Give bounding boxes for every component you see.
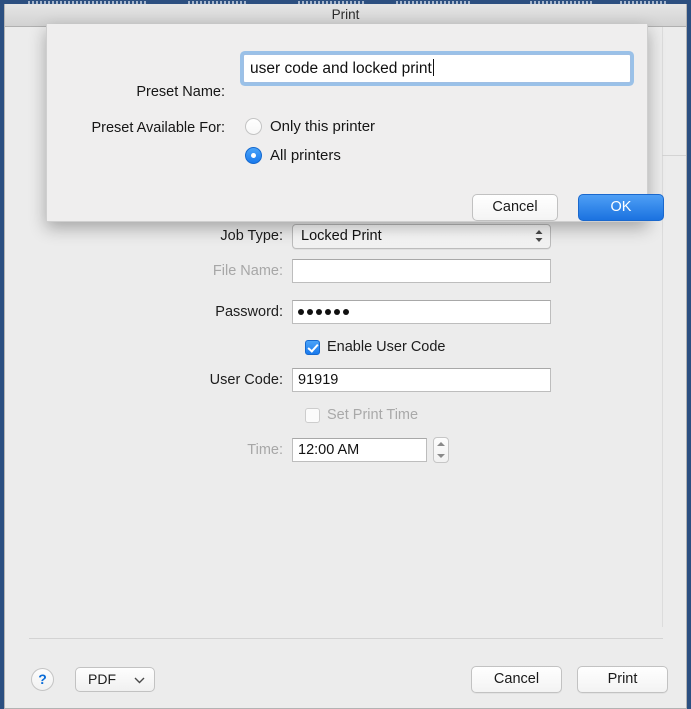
job-type-label: Job Type: (220, 228, 283, 244)
radio-only-this-printer[interactable]: Only this printer (245, 118, 375, 135)
print-button[interactable]: Print (577, 666, 668, 693)
radio-unselected-icon (245, 118, 262, 135)
job-type-row: Job Type: Locked Print (185, 223, 551, 249)
user-code-row: User Code: 91919 (185, 367, 551, 393)
stepper-up-icon[interactable] (437, 442, 445, 446)
text-caret (432, 59, 434, 76)
preset-name-value: user code and locked print (250, 60, 432, 77)
time-stepper[interactable] (433, 437, 449, 463)
radio-all-printers[interactable]: All printers (245, 147, 341, 164)
job-type-select[interactable]: Locked Print (292, 223, 551, 249)
radio-only-this-printer-label: Only this printer (270, 118, 376, 135)
job-type-value: Locked Print (301, 227, 382, 244)
time-input[interactable]: 12:00 AM (292, 438, 427, 462)
password-label: Password: (215, 304, 283, 320)
stepper-down-icon[interactable] (437, 454, 445, 458)
preset-name-input[interactable]: user code and locked print (243, 54, 631, 83)
password-masked-value (298, 301, 545, 323)
time-row: Time: 12:00 AM (185, 437, 449, 463)
chevron-updown-icon (535, 230, 543, 242)
radio-all-printers-label: All printers (270, 147, 341, 164)
time-label: Time: (247, 442, 283, 458)
enable-user-code-label: Enable User Code (327, 339, 446, 355)
file-name-input[interactable] (292, 259, 551, 283)
pane-divider (662, 27, 663, 627)
chevron-down-icon (134, 677, 145, 684)
radio-selected-icon (245, 147, 262, 164)
pane-divider-tick (662, 155, 686, 156)
save-preset-sheet: Preset Name: user code and locked print … (46, 24, 664, 222)
sheet-ok-button[interactable]: OK (578, 194, 664, 221)
user-code-label: User Code: (209, 372, 283, 388)
window-title: Print (331, 7, 360, 22)
help-button[interactable]: ? (31, 668, 54, 691)
set-print-time-label: Set Print Time (327, 407, 419, 423)
pdf-menu-label: PDF (88, 671, 116, 687)
file-name-row: File Name: (185, 258, 551, 284)
user-code-input[interactable]: 91919 (292, 368, 551, 392)
checkbox-checked-icon (305, 339, 320, 355)
preset-name-label: Preset Name: (136, 84, 225, 100)
bottom-separator (29, 638, 663, 639)
password-input[interactable] (292, 300, 551, 324)
bottom-action-bar: ? PDF Cancel Print (5, 652, 686, 708)
file-name-label: File Name: (212, 263, 283, 279)
sheet-cancel-button[interactable]: Cancel (472, 194, 558, 221)
pdf-menu-button[interactable]: PDF (75, 667, 155, 692)
set-print-time-checkbox[interactable]: Set Print Time (305, 407, 418, 423)
checkbox-unchecked-icon (305, 407, 320, 423)
preset-available-for-label: Preset Available For: (91, 120, 225, 136)
cancel-button[interactable]: Cancel (471, 666, 562, 693)
password-row: Password: (185, 299, 551, 325)
enable-user-code-checkbox[interactable]: Enable User Code (305, 339, 446, 355)
